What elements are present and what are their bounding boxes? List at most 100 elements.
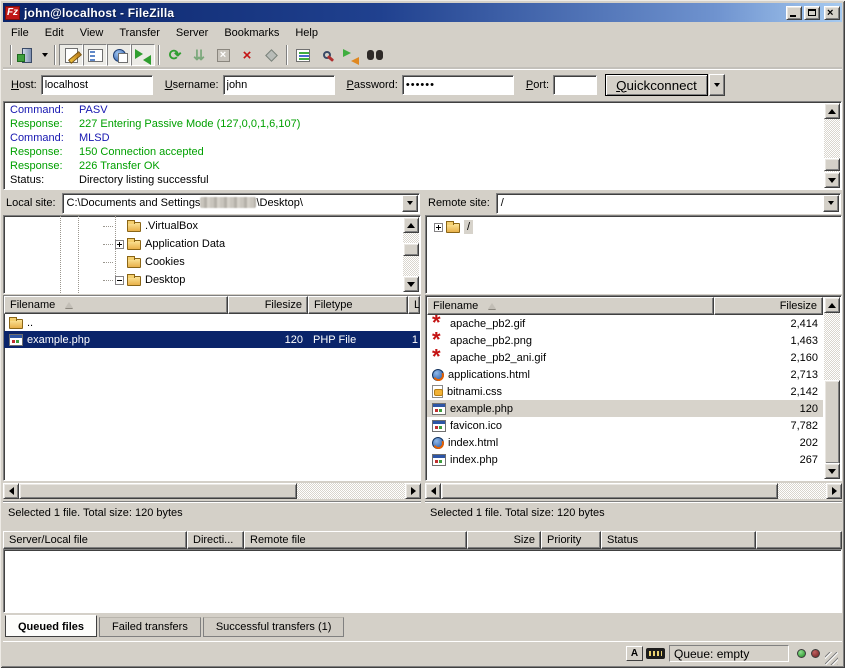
tree-item-virtualbox[interactable]: .VirtualBox	[4, 217, 402, 235]
minimize-button[interactable]	[786, 6, 802, 20]
remote-list-scrollbar[interactable]	[824, 297, 840, 479]
tree-item-root[interactable]: /	[426, 218, 841, 236]
tree-item-application-data[interactable]: Application Data	[4, 235, 402, 253]
chevron-down-icon	[42, 53, 48, 60]
table-row[interactable]: apache_pb2.gif2,414	[427, 315, 823, 332]
tree-item-cookies[interactable]: Cookies	[4, 253, 402, 271]
titlebar[interactable]: Fz john@localhost - FileZilla ×	[3, 3, 842, 22]
resize-grip[interactable]	[825, 652, 838, 665]
column-header-remote-file[interactable]: Remote file	[244, 531, 467, 549]
column-header-direction[interactable]: Directi...	[187, 531, 244, 549]
site-manager-button[interactable]	[15, 44, 39, 66]
find-files-button[interactable]	[363, 44, 387, 66]
reconnect-button[interactable]	[259, 44, 283, 66]
quickconnect-button[interactable]: Quickconnect	[605, 74, 708, 96]
maximize-button[interactable]	[804, 6, 820, 20]
table-row-selected[interactable]: example.php120	[427, 400, 823, 417]
table-row[interactable]: index.html202	[427, 434, 823, 451]
scroll-right-button[interactable]	[405, 483, 421, 499]
column-header-status[interactable]: Status	[601, 531, 756, 549]
menu-view[interactable]: View	[72, 25, 112, 41]
scrollbar-thumb[interactable]	[441, 483, 778, 499]
speed-limits-icon[interactable]	[646, 648, 665, 659]
tab-failed-transfers[interactable]: Failed transfers	[99, 617, 201, 637]
table-row[interactable]: bitnami.css2,142	[427, 383, 823, 400]
column-header-size[interactable]: Size	[467, 531, 541, 549]
table-row[interactable]: ..	[4, 314, 420, 331]
password-input[interactable]	[402, 75, 514, 95]
scroll-down-button[interactable]	[824, 172, 840, 188]
remote-list-hscrollbar[interactable]	[425, 483, 842, 499]
synchronized-browsing-button[interactable]	[339, 44, 363, 66]
menu-edit[interactable]: Edit	[37, 25, 72, 41]
disconnect-button[interactable]: ×	[235, 44, 259, 66]
quickconnect-dropdown-button[interactable]	[709, 74, 725, 96]
column-header-filename[interactable]: Filename	[4, 296, 228, 314]
scrollbar-thumb[interactable]	[824, 158, 840, 171]
toggle-local-tree-button[interactable]	[83, 44, 107, 66]
transfer-type-ascii-icon[interactable]: A	[626, 646, 643, 661]
menu-help[interactable]: Help	[287, 25, 326, 41]
scroll-left-button[interactable]	[3, 483, 19, 499]
scrollbar-thumb[interactable]	[824, 380, 840, 464]
table-row-selected[interactable]: example.php 120 PHP File 1	[4, 331, 420, 348]
remote-site-combobox[interactable]: /	[496, 193, 841, 214]
tab-queued-files[interactable]: Queued files	[5, 615, 97, 637]
column-header-filesize[interactable]: Filesize	[228, 296, 308, 314]
local-tree-scrollbar[interactable]	[403, 217, 419, 292]
column-header-last-modified[interactable]: L	[408, 296, 420, 314]
tree-expander[interactable]	[115, 240, 124, 249]
queue-list[interactable]	[3, 549, 842, 613]
menu-file[interactable]: File	[3, 25, 37, 41]
table-row[interactable]: apache_pb2.png1,463	[427, 332, 823, 349]
site-manager-dropdown-button[interactable]	[39, 44, 51, 66]
scroll-up-button[interactable]	[824, 297, 840, 313]
scroll-up-button[interactable]	[403, 217, 419, 233]
toggle-remote-tree-button[interactable]	[107, 44, 131, 66]
scroll-down-button[interactable]	[403, 276, 419, 292]
local-site-dropdown-button[interactable]	[402, 195, 418, 212]
menu-server[interactable]: Server	[168, 25, 216, 41]
directory-listing-filters-button[interactable]	[291, 44, 315, 66]
menu-bookmarks[interactable]: Bookmarks	[216, 25, 287, 41]
column-header-filesize[interactable]: Filesize	[714, 297, 823, 315]
host-input[interactable]	[41, 75, 153, 95]
column-header-priority[interactable]: Priority	[541, 531, 601, 549]
scroll-right-button[interactable]	[826, 483, 842, 499]
local-site-combobox[interactable]: C:\Documents and Settings\Desktop\	[62, 193, 420, 214]
username-input[interactable]	[223, 75, 335, 95]
menu-transfer[interactable]: Transfer	[111, 25, 168, 41]
refresh-button[interactable]: ⟳	[163, 44, 187, 66]
log-scrollbar[interactable]	[824, 103, 840, 188]
message-log[interactable]: Command:PASV Response:227 Entering Passi…	[3, 101, 842, 190]
scrollbar-thumb[interactable]	[19, 483, 297, 499]
cancel-operation-button[interactable]: ×	[211, 44, 235, 66]
directory-comparison-button[interactable]	[315, 44, 339, 66]
local-directory-tree[interactable]: .VirtualBox Application Data Cookies Des…	[3, 215, 421, 294]
toggle-transfer-queue-button[interactable]	[131, 44, 155, 66]
scroll-down-button[interactable]	[824, 463, 840, 479]
remote-site-dropdown-button[interactable]	[823, 195, 839, 212]
column-header-server-local-file[interactable]: Server/Local file	[3, 531, 187, 549]
remote-file-list[interactable]: Filename Filesize apache_pb2.gif2,414 ap…	[425, 295, 842, 481]
tree-expander[interactable]	[115, 276, 124, 285]
scrollbar-thumb[interactable]	[403, 243, 419, 256]
table-row[interactable]: applications.html2,713	[427, 366, 823, 383]
toggle-message-log-button[interactable]	[59, 44, 83, 66]
local-file-list[interactable]: Filename Filesize Filetype L .. example.…	[3, 295, 421, 481]
table-row[interactable]: favicon.ico7,782	[427, 417, 823, 434]
tree-expander[interactable]	[434, 223, 443, 232]
port-input[interactable]	[553, 75, 597, 95]
process-queue-button[interactable]: ⇊	[187, 44, 211, 66]
scroll-up-button[interactable]	[824, 103, 840, 119]
table-row[interactable]: apache_pb2_ani.gif2,160	[427, 349, 823, 366]
close-button[interactable]: ×	[824, 6, 840, 20]
local-list-hscrollbar[interactable]	[3, 483, 421, 499]
remote-directory-tree[interactable]: /	[425, 215, 842, 294]
table-row[interactable]: index.php267	[427, 451, 823, 468]
scroll-left-button[interactable]	[425, 483, 441, 499]
tab-successful-transfers[interactable]: Successful transfers (1)	[203, 617, 345, 637]
column-header-filename[interactable]: Filename	[427, 297, 714, 315]
column-header-filetype[interactable]: Filetype	[308, 296, 408, 314]
tree-item-desktop[interactable]: Desktop	[4, 271, 402, 289]
